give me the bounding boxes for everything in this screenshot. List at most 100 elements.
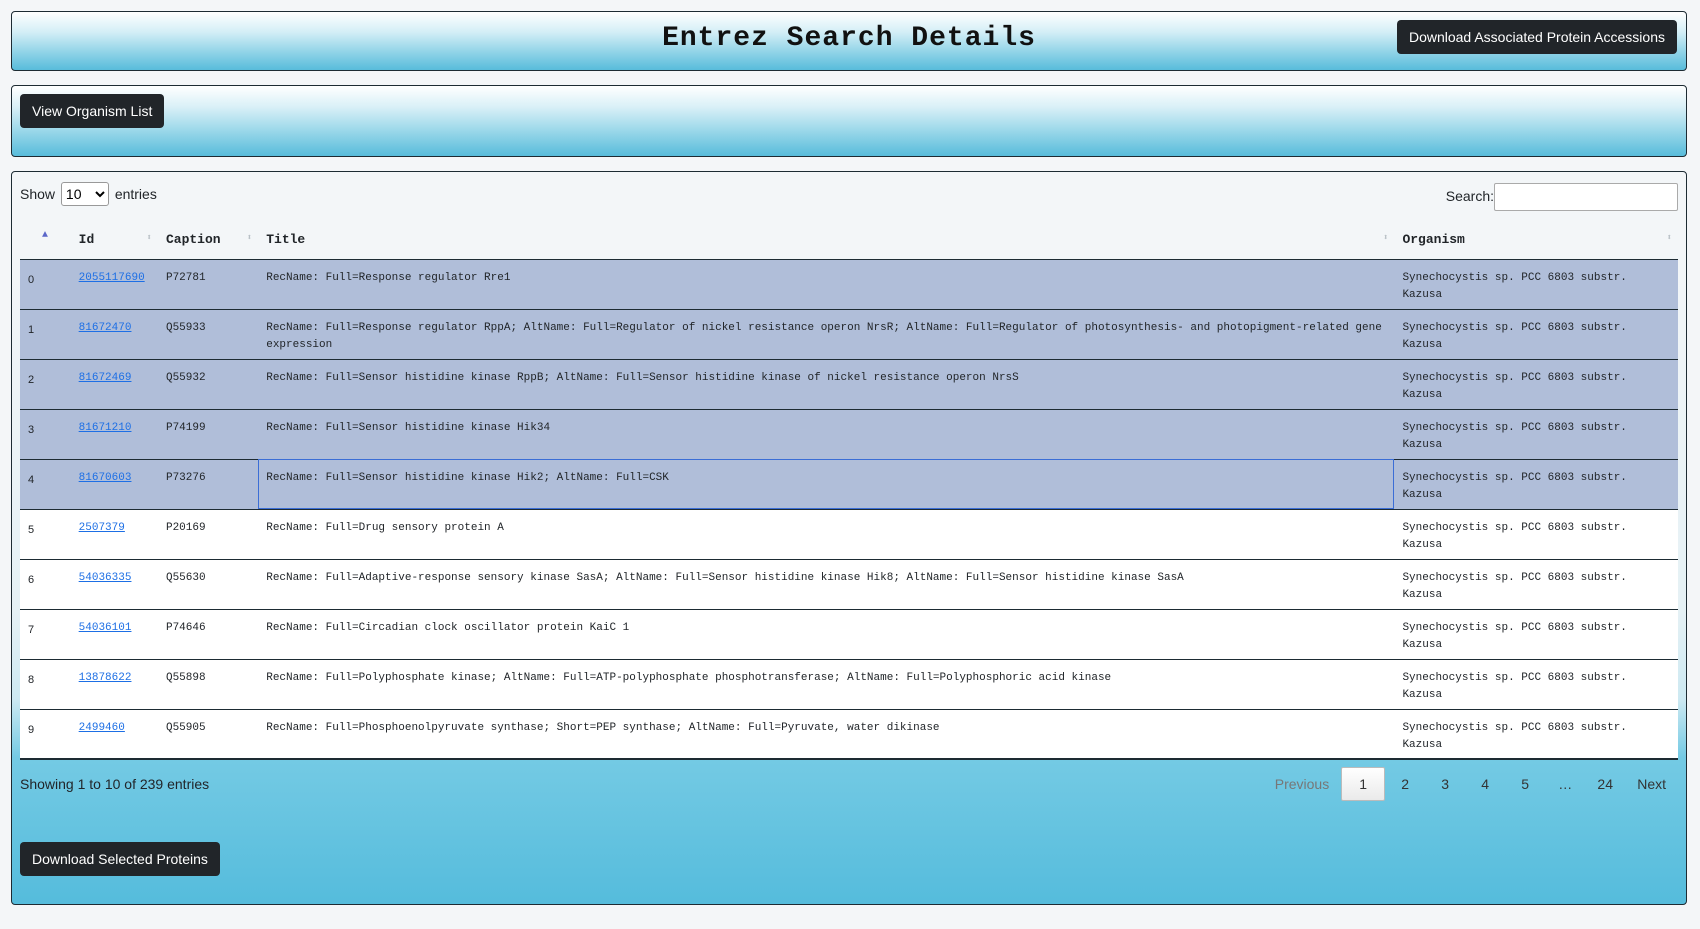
sort-icon: ⬍ xyxy=(246,233,253,243)
protein-id-link[interactable]: 81672470 xyxy=(79,322,132,334)
pagination-page-last[interactable]: 24 xyxy=(1585,767,1625,801)
row-caption: Q55905 xyxy=(157,708,259,760)
row-title: RecName: Full=Sensor histidine kinase Hi… xyxy=(258,408,1395,459)
row-organism: Synechocystis sp. PCC 6803 substr. Kazus… xyxy=(1394,658,1678,709)
row-id-cell: 13878622 xyxy=(70,658,158,709)
protein-id-link[interactable]: 81671210 xyxy=(79,422,132,434)
pagination-page-2[interactable]: 2 xyxy=(1385,767,1425,801)
column-header-title[interactable]: Title ⬍ xyxy=(258,220,1395,260)
pagination: Previous 1 2 3 4 5 … 24 Next xyxy=(1263,766,1678,802)
column-header-id[interactable]: Id ⬍ xyxy=(70,220,158,260)
row-organism: Synechocystis sp. PCC 6803 substr. Kazus… xyxy=(1394,308,1678,359)
row-id-cell: 81672469 xyxy=(70,358,158,409)
protein-id-link[interactable]: 54036101 xyxy=(79,622,132,634)
row-title: RecName: Full=Sensor histidine kinase Rp… xyxy=(258,358,1395,409)
pagination-page-3[interactable]: 3 xyxy=(1425,767,1465,801)
row-id-cell: 54036101 xyxy=(70,608,158,659)
row-title: RecName: Full=Response regulator RppA; A… xyxy=(258,308,1395,359)
row-index: 3 xyxy=(20,408,71,459)
row-organism: Synechocystis sp. PCC 6803 substr. Kazus… xyxy=(1394,558,1678,609)
row-caption: P73276 xyxy=(157,458,259,509)
pagination-ellipsis: … xyxy=(1558,776,1573,792)
row-organism: Synechocystis sp. PCC 6803 substr. Kazus… xyxy=(1394,708,1678,760)
download-associated-accessions-button[interactable]: Download Associated Protein Accessions xyxy=(1396,20,1677,54)
protein-id-link[interactable]: 2507379 xyxy=(79,522,125,534)
sort-icon: ⬍ xyxy=(1666,233,1672,243)
table-panel: Show 10 entries Search: ▲ Id ⬍ Caption ⬍ T… xyxy=(11,171,1687,905)
row-title: RecName: Full=Phosphoenolpyruvate syntha… xyxy=(258,708,1395,760)
sort-icon: ⬍ xyxy=(146,233,152,243)
sort-ascending-icon: ▲ xyxy=(42,230,49,241)
download-selected-proteins-button[interactable]: Download Selected Proteins xyxy=(20,842,220,876)
view-organism-list-button[interactable]: View Organism List xyxy=(20,94,165,128)
pagination-page-1[interactable]: 1 xyxy=(1341,767,1386,801)
column-header-organism[interactable]: Organism ⬍ xyxy=(1394,220,1678,260)
row-caption: Q55933 xyxy=(157,308,259,359)
row-title: RecName: Full=Circadian clock oscillator… xyxy=(258,608,1395,659)
table-row[interactable]: 8 13878622 Q55898 RecName: Full=Polyphos… xyxy=(20,658,1678,709)
row-title: RecName: Full=Response regulator Rre1 xyxy=(258,258,1395,309)
table-row[interactable]: 3 81671210 P74199 RecName: Full=Sensor h… xyxy=(20,408,1678,459)
row-index: 2 xyxy=(20,358,71,409)
protein-id-link[interactable]: 2055117690 xyxy=(79,272,145,284)
row-organism: Synechocystis sp. PCC 6803 substr. Kazus… xyxy=(1394,358,1678,409)
row-caption: Q55898 xyxy=(157,658,259,709)
row-id-cell: 81671210 xyxy=(70,408,158,459)
table-row[interactable]: 7 54036101 P74646 RecName: Full=Circadia… xyxy=(20,608,1678,659)
row-caption: P74646 xyxy=(157,608,259,659)
proteins-table: ▲ Id ⬍ Caption ⬍ Title ⬍ Organism ⬍ 0 205511… xyxy=(20,220,1678,760)
protein-id-link[interactable]: 2499460 xyxy=(79,722,125,734)
protein-id-link[interactable]: 13878622 xyxy=(79,672,132,684)
search-label: Search: xyxy=(1445,188,1494,204)
protein-id-link[interactable]: 81672469 xyxy=(79,372,132,384)
row-id-cell: 81670603 xyxy=(70,458,158,509)
table-row[interactable]: 9 2499460 Q55905 RecName: Full=Phosphoen… xyxy=(20,708,1678,760)
row-organism: Synechocystis sp. PCC 6803 substr. Kazus… xyxy=(1394,458,1678,509)
protein-id-link[interactable]: 54036335 xyxy=(79,572,132,584)
pagination-page-4[interactable]: 4 xyxy=(1465,767,1505,801)
column-header-caption[interactable]: Caption ⬍ xyxy=(157,220,259,260)
show-label: Show xyxy=(20,186,56,202)
row-title: RecName: Full=Drug sensory protein A xyxy=(258,508,1395,559)
column-header-index[interactable]: ▲ xyxy=(20,220,71,260)
pagination-next[interactable]: Next xyxy=(1625,767,1678,801)
table-info: Showing 1 to 10 of 239 entries xyxy=(20,776,210,792)
pagination-previous[interactable]: Previous xyxy=(1263,767,1341,801)
row-id-cell: 81672470 xyxy=(70,308,158,359)
table-row[interactable]: 2 81672469 Q55932 RecName: Full=Sensor h… xyxy=(20,358,1678,409)
row-index: 7 xyxy=(20,608,71,659)
table-row[interactable]: 6 54036335 Q55630 RecName: Full=Adaptive… xyxy=(20,558,1678,609)
table-row[interactable]: 4 81670603 P73276 RecName: Full=Sensor h… xyxy=(20,458,1678,509)
page-length-select[interactable]: 10 xyxy=(60,182,109,206)
row-caption: P72781 xyxy=(157,258,259,309)
row-id-cell: 2499460 xyxy=(70,708,158,760)
table-row[interactable]: 0 2055117690 P72781 RecName: Full=Respon… xyxy=(20,258,1678,309)
row-organism: Synechocystis sp. PCC 6803 substr. Kazus… xyxy=(1394,258,1678,309)
row-index: 4 xyxy=(20,458,71,509)
table-header-row: ▲ Id ⬍ Caption ⬍ Title ⬍ Organism ⬍ xyxy=(20,220,1678,260)
header-panel: Entrez Search Details Download Associate… xyxy=(11,11,1687,71)
page-length-control: Show 10 entries xyxy=(20,182,157,206)
row-id-cell: 2055117690 xyxy=(70,258,158,309)
row-caption: Q55932 xyxy=(157,358,259,409)
row-index: 0 xyxy=(20,258,71,309)
entries-label: entries xyxy=(114,186,157,202)
pagination-page-5[interactable]: 5 xyxy=(1505,767,1545,801)
row-index: 5 xyxy=(20,508,71,559)
row-index: 6 xyxy=(20,558,71,609)
search-input[interactable] xyxy=(1494,183,1678,212)
row-index: 1 xyxy=(20,308,71,359)
row-organism: Synechocystis sp. PCC 6803 substr. Kazus… xyxy=(1394,508,1678,559)
table-row[interactable]: 1 81672470 Q55933 RecName: Full=Response… xyxy=(20,308,1678,359)
row-index: 9 xyxy=(20,708,71,760)
row-index: 8 xyxy=(20,658,71,709)
sort-icon: ⬍ xyxy=(1383,233,1389,243)
row-title-focused[interactable]: RecName: Full=Sensor histidine kinase Hi… xyxy=(258,458,1395,509)
toolbar-panel: View Organism List xyxy=(11,85,1687,157)
row-caption: P74199 xyxy=(157,408,259,459)
protein-id-link[interactable]: 81670603 xyxy=(79,472,132,484)
row-caption: Q55630 xyxy=(157,558,259,609)
table-row[interactable]: 5 2507379 P20169 RecName: Full=Drug sens… xyxy=(20,508,1678,559)
row-title: RecName: Full=Adaptive-response sensory … xyxy=(258,558,1395,609)
row-title: RecName: Full=Polyphosphate kinase; AltN… xyxy=(258,658,1395,709)
